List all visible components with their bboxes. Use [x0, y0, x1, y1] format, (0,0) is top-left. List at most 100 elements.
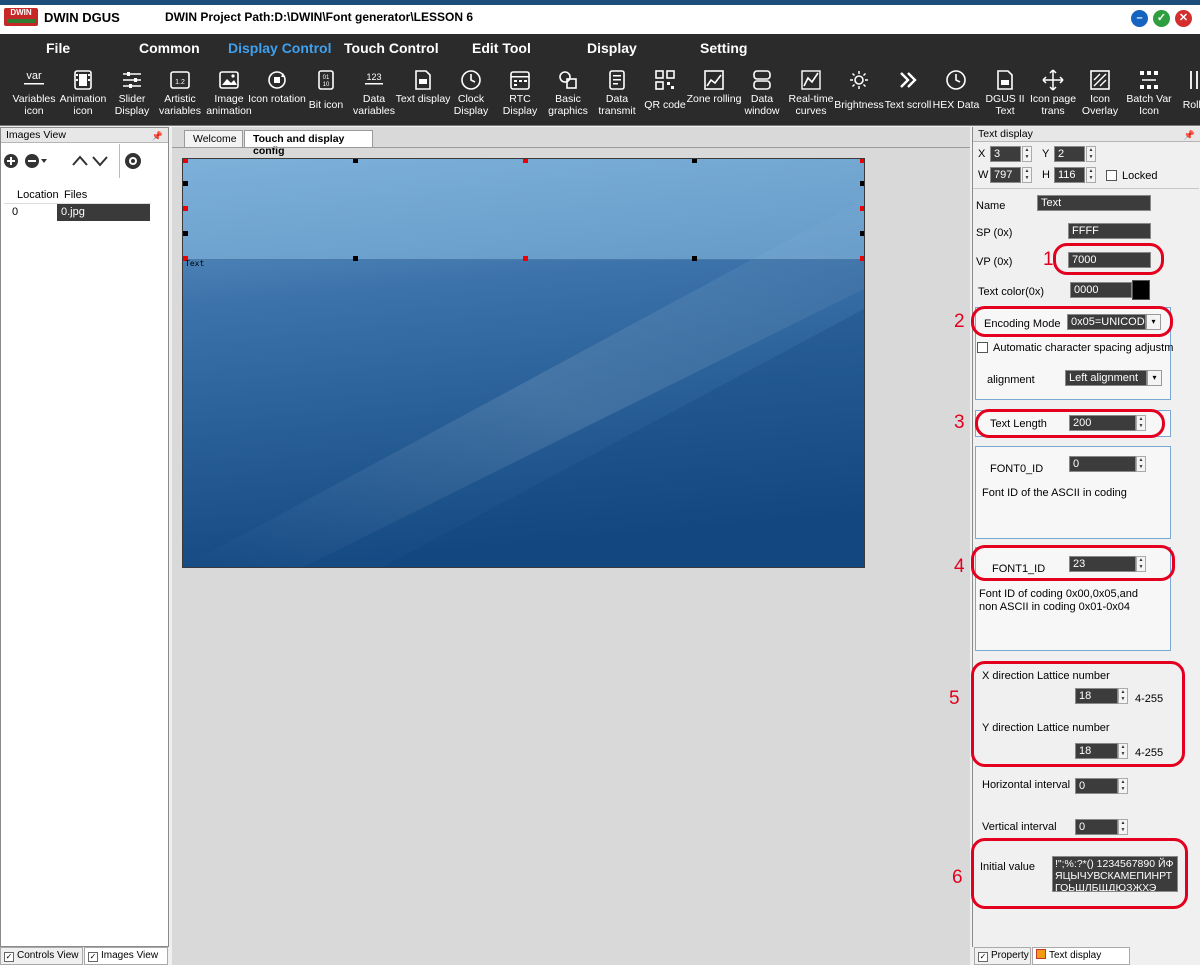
resize-handle[interactable] [692, 256, 697, 261]
tab-images-view[interactable]: ✓ Images View [84, 947, 168, 965]
close-button[interactable]: ✕ [1175, 10, 1192, 27]
tool-data-variables[interactable]: 123 Data variables [349, 64, 399, 124]
locked-checkbox[interactable] [1106, 170, 1117, 181]
v-interval-field[interactable]: 0 [1075, 819, 1118, 835]
h-interval-field[interactable]: 0 [1075, 778, 1118, 794]
remove-image-icon[interactable] [25, 154, 49, 168]
resize-handle[interactable] [183, 159, 188, 163]
resize-handle[interactable] [692, 159, 697, 163]
annotation-oval-6 [971, 838, 1188, 909]
chevron-down-icon[interactable]: ▾ [1147, 370, 1162, 386]
tool-basic-graphics[interactable]: Basic graphics [543, 64, 593, 124]
name-field[interactable]: Text [1037, 195, 1151, 211]
annotation-oval-2 [971, 306, 1173, 337]
maximize-button[interactable]: ✓ [1153, 10, 1170, 27]
annotation-number-1: 1 [1043, 249, 1054, 270]
screen-canvas[interactable]: Text [182, 158, 865, 568]
tool-bit-icon[interactable]: 01 10 Bit icon [301, 64, 351, 124]
text-color-field[interactable]: 0000 [1070, 282, 1132, 298]
tool-text-scroll[interactable]: Text scroll [883, 64, 933, 124]
column-files[interactable]: Files [64, 189, 87, 201]
menu-display-control[interactable]: Display Control [228, 40, 331, 56]
preview-eye-icon[interactable] [123, 152, 143, 170]
text-color-swatch[interactable] [1132, 280, 1150, 300]
menu-touch-control[interactable]: Touch Control [344, 40, 439, 56]
resize-handle[interactable] [860, 256, 864, 261]
tool-variables-icon[interactable]: var Variables icon [9, 64, 59, 124]
sp-label: SP (0x) [976, 227, 1013, 239]
tool-roll-c[interactable]: Roll C [1172, 64, 1200, 124]
tool-brightness[interactable]: Brightness [834, 64, 884, 124]
w-spinner[interactable]: ▲ ▼ [1022, 167, 1032, 183]
table-row[interactable]: 0 0.jpg [4, 204, 151, 221]
menu-common[interactable]: Common [139, 40, 200, 56]
tool-text-display[interactable]: Text display [396, 64, 450, 124]
x-field[interactable]: 3 [990, 146, 1021, 162]
resize-handle[interactable] [523, 256, 528, 261]
tool-rtc-display[interactable]: RTC Display [495, 64, 545, 124]
tool-zone-rolling[interactable]: Zone rolling [687, 64, 741, 124]
logo-text: DWIN [10, 8, 32, 17]
minimize-button[interactable]: – [1131, 10, 1148, 27]
resize-handle[interactable] [353, 256, 358, 261]
resize-handle[interactable] [860, 181, 864, 186]
y-spinner[interactable]: ▲ ▼ [1086, 146, 1096, 162]
h-interval-spinner[interactable]: ▲ ▼ [1118, 778, 1128, 794]
tool-qr-code[interactable]: QR code [640, 64, 690, 124]
font0-field[interactable]: 0 [1069, 456, 1136, 472]
pin-icon[interactable]: 📌 [152, 129, 163, 144]
row-file[interactable]: 0.jpg [57, 204, 150, 221]
project-path: DWIN Project Path:D:\DWIN\Font generator… [165, 10, 474, 24]
tool-dgus-ii-text[interactable]: DGUS II Text [980, 64, 1030, 124]
tab-controls-view[interactable]: ✓ Controls View [0, 947, 83, 965]
v-interval-spinner[interactable]: ▲ ▼ [1118, 819, 1128, 835]
tab-property-label: Property [991, 950, 1029, 961]
column-location[interactable]: Location [17, 189, 59, 201]
tool-artistic-variables[interactable]: 1.2 Artistic variables [155, 64, 205, 124]
tool-real-time-curves[interactable]: Real-time curves [786, 64, 836, 124]
tool-icon-rotation[interactable]: Icon rotation [248, 64, 306, 124]
tool-batch-var-icon[interactable]: Batch Var Icon [1124, 64, 1174, 124]
alignment-select[interactable]: Left alignment [1065, 370, 1147, 386]
menu-edit-tool[interactable]: Edit Tool [472, 40, 531, 56]
menu-file[interactable]: File [46, 40, 70, 56]
tool-hex-data[interactable]: HEX Data [931, 64, 981, 124]
tool-icon-overlay[interactable]: Icon Overlay [1075, 64, 1125, 124]
h-field[interactable]: 116 [1054, 167, 1085, 183]
sp-field[interactable]: FFFF [1068, 223, 1151, 239]
tool-slider-display[interactable]: Slider Display [107, 64, 157, 124]
w-field[interactable]: 797 [990, 167, 1021, 183]
resize-handle[interactable] [860, 206, 864, 211]
h-spinner[interactable]: ▲ ▼ [1086, 167, 1096, 183]
tab-text-display[interactable]: Text display [1032, 947, 1130, 965]
resize-handle[interactable] [860, 159, 864, 163]
text-display-control[interactable] [183, 159, 864, 261]
auto-spacing-checkbox[interactable] [977, 342, 988, 353]
tool-label: Roll C [1182, 99, 1200, 111]
tool-clock-display[interactable]: Clock Display [446, 64, 496, 124]
resize-handle[interactable] [183, 231, 188, 236]
tab-welcome[interactable]: Welcome [184, 130, 243, 147]
tool-data-transmit[interactable]: Data transmit [592, 64, 642, 124]
svg-text:01: 01 [323, 75, 330, 81]
x-spinner[interactable]: ▲ ▼ [1022, 146, 1032, 162]
resize-handle[interactable] [353, 159, 358, 163]
menu-display[interactable]: Display [587, 40, 637, 56]
move-up-down-icon[interactable] [71, 153, 111, 169]
resize-handle[interactable] [183, 206, 188, 211]
resize-handle[interactable] [183, 181, 188, 186]
add-image-icon[interactable] [4, 154, 18, 168]
tool-image-animation[interactable]: Image animation [204, 64, 254, 124]
tool-data-window[interactable]: Data window [737, 64, 787, 124]
font0-label: FONT0_ID [990, 463, 1044, 475]
resize-handle[interactable] [860, 231, 864, 236]
tab-property[interactable]: ✓ Property [974, 947, 1031, 965]
tab-touch-and-display-config[interactable]: Touch and display config [244, 130, 373, 157]
resize-handle[interactable] [523, 159, 528, 163]
y-field[interactable]: 2 [1054, 146, 1085, 162]
menu-bar: File Common Display Control Touch Control Ed… [0, 34, 1200, 62]
font0-spinner[interactable]: ▲ ▼ [1136, 456, 1146, 472]
pin-icon[interactable]: 📌 [1184, 128, 1195, 143]
menu-setting[interactable]: Setting [700, 40, 747, 56]
tool-animation-icon[interactable]: Animation icon [58, 64, 108, 124]
